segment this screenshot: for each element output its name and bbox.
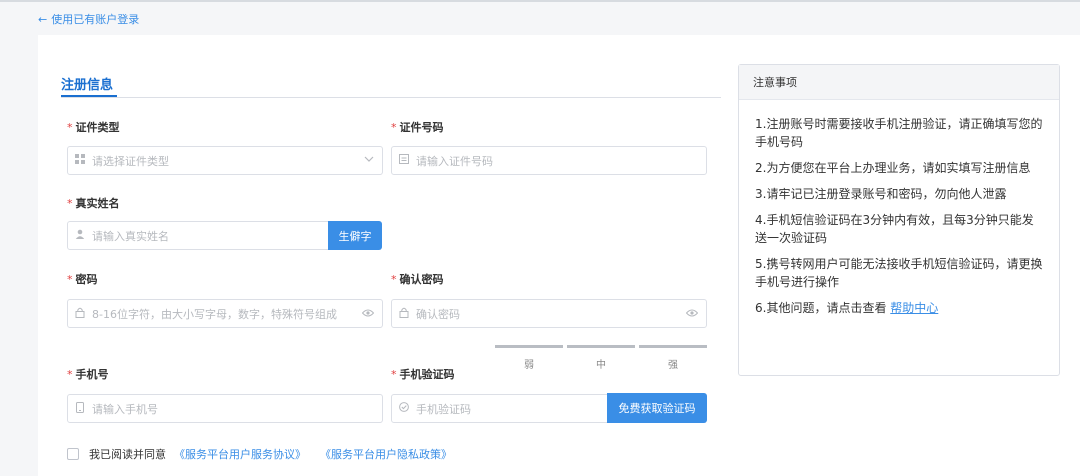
strength-label-medium: 中 xyxy=(596,360,606,371)
required-mark: * xyxy=(67,273,73,286)
arrow-left-icon: ← xyxy=(38,13,48,26)
note-item: 2.为方便您在平台上办理业务，请如实填写注册信息 xyxy=(755,161,1031,175)
tab-divider xyxy=(61,97,721,98)
confirm-password-placeholder: 确认密码 xyxy=(416,307,460,321)
rare-character-button[interactable]: 生僻字 xyxy=(328,221,382,250)
note-item: 4.手机短信验证码在3分钟内有效，且每3分钟只能发送一次验证码 xyxy=(755,213,1034,245)
user-icon xyxy=(74,229,86,242)
grid-icon xyxy=(74,154,86,167)
phone-placeholder: 请输入手机号 xyxy=(92,402,158,416)
strength-label-strong: 强 xyxy=(668,360,678,371)
password-label: * 密码 xyxy=(67,273,98,287)
phone-label: * 手机号 xyxy=(67,368,109,382)
eye-icon[interactable] xyxy=(685,307,699,320)
phone-label-text: 手机号 xyxy=(75,368,109,381)
phone-icon xyxy=(74,401,86,416)
password-placeholder: 8-16位字符，由大小写字母，数字，特殊符号组成 xyxy=(92,307,337,321)
note-item: 3.请牢记已注册登录账号和密码，勿向他人泄露 xyxy=(755,187,1007,201)
id-type-label: * 证件类型 xyxy=(67,121,120,135)
required-mark: * xyxy=(391,368,397,381)
id-number-label-text: 证件号码 xyxy=(399,121,444,134)
confirm-password-label-text: 确认密码 xyxy=(399,273,444,286)
sms-code-label-text: 手机验证码 xyxy=(399,368,455,381)
sms-code-placeholder: 手机验证码 xyxy=(416,402,471,416)
id-type-select[interactable]: 请选择证件类型 xyxy=(67,146,383,175)
id-type-placeholder: 请选择证件类型 xyxy=(92,154,169,168)
note-help-prefix: 6.其他问题，请点击查看 xyxy=(755,301,887,315)
id-number-placeholder: 请输入证件号码 xyxy=(416,154,493,168)
id-card-icon xyxy=(398,154,410,167)
required-mark: * xyxy=(67,197,73,210)
real-name-placeholder: 请输入真实姓名 xyxy=(92,229,169,243)
top-border xyxy=(0,0,1080,2)
id-type-label-text: 证件类型 xyxy=(75,121,120,134)
notes-list: 1.注册账号时需要接收手机注册验证，请正确填写您的手机号码 2.为方便您在平台上… xyxy=(739,100,1059,317)
confirm-password-label: * 确认密码 xyxy=(391,273,444,287)
privacy-policy-link[interactable]: 《服务平台用户隐私政策》 xyxy=(320,446,452,462)
note-item-help: 6.其他问题，请点击查看 帮助中心 xyxy=(755,299,1043,317)
sms-code-label: * 手机验证码 xyxy=(391,368,455,382)
service-agreement-link[interactable]: 《服务平台用户服务协议》 xyxy=(174,446,306,462)
real-name-input[interactable]: 请输入真实姓名 xyxy=(67,221,329,250)
agreement-row: 我已阅读并同意 《服务平台用户服务协议》 《服务平台用户隐私政策》 xyxy=(67,446,452,462)
id-number-input[interactable]: 请输入证件号码 xyxy=(391,146,707,175)
sms-code-input[interactable]: 手机验证码 xyxy=(391,394,608,423)
strength-label-weak: 弱 xyxy=(524,360,534,371)
tab-register-info[interactable]: 注册信息 xyxy=(61,74,113,93)
password-label-text: 密码 xyxy=(75,273,98,286)
confirm-password-input[interactable]: 确认密码 xyxy=(391,299,707,328)
back-to-login-link[interactable]: ← 使用已有账户登录 xyxy=(38,12,139,28)
id-number-label: * 证件号码 xyxy=(391,121,444,135)
back-to-login-label: 使用已有账户登录 xyxy=(51,13,140,26)
notes-panel: 注意事项 1.注册账号时需要接收手机注册验证，请正确填写您的手机号码 2.为方便… xyxy=(738,64,1060,376)
strength-bar-strong xyxy=(639,345,707,348)
note-item: 1.注册账号时需要接收手机注册验证，请正确填写您的手机号码 xyxy=(755,117,1043,149)
agree-checkbox[interactable] xyxy=(67,448,79,460)
strength-bar-medium xyxy=(567,345,635,348)
get-sms-code-button[interactable]: 免费获取验证码 xyxy=(607,393,707,423)
note-item: 5.携号转网用户可能无法接收手机短信验证码，请更换手机号进行操作 xyxy=(755,257,1043,289)
real-name-label: * 真实姓名 xyxy=(67,197,120,211)
required-mark: * xyxy=(391,121,397,134)
eye-icon[interactable] xyxy=(361,307,375,320)
required-mark: * xyxy=(391,273,397,286)
notes-title: 注意事项 xyxy=(739,65,1059,100)
lock-icon xyxy=(398,307,410,321)
check-circle-icon xyxy=(398,402,410,415)
real-name-label-text: 真实姓名 xyxy=(75,197,120,210)
chevron-down-icon xyxy=(364,154,374,167)
required-mark: * xyxy=(67,121,73,134)
lock-icon xyxy=(74,307,86,321)
strength-bar-weak xyxy=(495,345,563,348)
phone-input[interactable]: 请输入手机号 xyxy=(67,394,383,423)
required-mark: * xyxy=(67,368,73,381)
help-center-link[interactable]: 帮助中心 xyxy=(890,301,938,315)
password-input[interactable]: 8-16位字符，由大小写字母，数字，特殊符号组成 xyxy=(67,299,383,328)
agree-prefix: 我已阅读并同意 xyxy=(89,448,166,461)
